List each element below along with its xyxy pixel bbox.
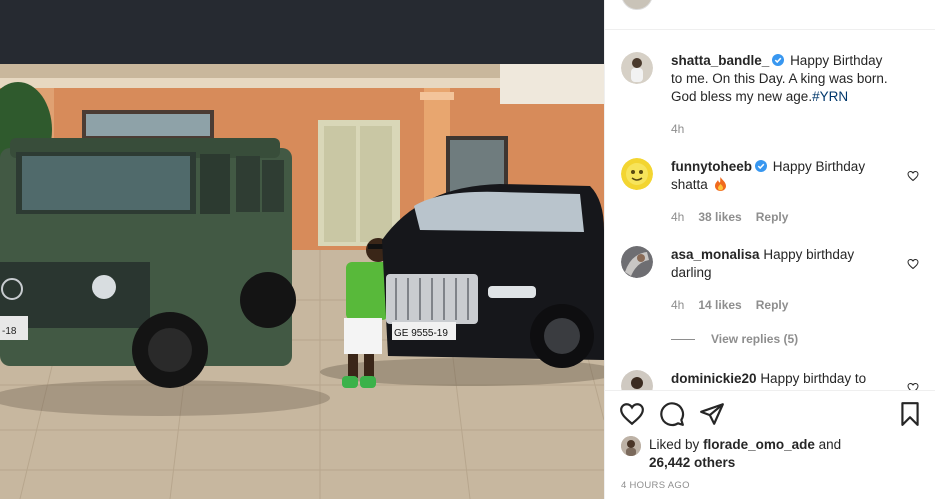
- verified-badge-icon: [772, 54, 785, 66]
- comment-likes[interactable]: 38 likes: [698, 210, 741, 224]
- comment-meta: 4h 38 likes Reply: [671, 210, 802, 224]
- likes-and: and: [818, 437, 842, 452]
- likes-prefix: Liked by: [649, 437, 700, 452]
- comment-item: funnytoheeb Happy Birthday shatta 4h 38 l…: [621, 158, 919, 228]
- caption-meta: 4h: [671, 122, 698, 136]
- caption-username[interactable]: shatta_bandle_: [671, 53, 769, 68]
- comment-likes[interactable]: 14 likes: [698, 298, 741, 312]
- liker-avatar[interactable]: [621, 436, 641, 456]
- post-side-panel: shatta_bandle_ Happy Birthday to me. On …: [604, 0, 935, 499]
- comment-text-block: funnytoheeb Happy Birthday shatta: [671, 158, 891, 194]
- caption-time[interactable]: 4h: [671, 122, 684, 136]
- comments-list[interactable]: shatta_bandle_ Happy Birthday to me. On …: [605, 30, 935, 390]
- caption: shatta_bandle_ Happy Birthday to me. On …: [621, 52, 919, 142]
- liker-username[interactable]: florade_omo_ade: [703, 437, 815, 452]
- header-avatar[interactable]: [621, 0, 653, 10]
- plate-left: -18: [2, 326, 17, 337]
- comment-text: Happy birthday to: [760, 371, 867, 386]
- comment-username[interactable]: funnytoheeb: [671, 159, 752, 174]
- comment-item: asa_monalisa Happy birthday darling 4h 14…: [621, 246, 919, 366]
- post-timestamp[interactable]: 4 HOURS AGO: [621, 480, 690, 491]
- actions-divider: [605, 390, 935, 391]
- post-photo-illustration: -18 GE 9555-19: [0, 0, 604, 499]
- comment-like-heart-icon[interactable]: [907, 170, 919, 182]
- post-photo[interactable]: -18 GE 9555-19: [0, 0, 604, 499]
- comment-time[interactable]: 4h: [671, 298, 684, 312]
- comment-avatar[interactable]: [621, 246, 653, 278]
- caption-hashtag[interactable]: #YRN: [812, 89, 848, 104]
- likes-others-link[interactable]: 26,442 others: [649, 455, 735, 470]
- comment-like-heart-icon[interactable]: [907, 382, 919, 390]
- comment-avatar[interactable]: [621, 158, 653, 190]
- comment-username[interactable]: asa_monalisa: [671, 247, 760, 262]
- comment-username[interactable]: dominickie20: [671, 371, 757, 386]
- comment-time[interactable]: 4h: [671, 210, 684, 224]
- comment-item: dominickie20 Happy birthday to: [621, 370, 919, 390]
- comment-avatar[interactable]: [621, 370, 653, 390]
- comment-meta: 4h 14 likes Reply: [671, 298, 802, 312]
- fire-emoji-icon: [714, 177, 726, 191]
- caption-text-block: shatta_bandle_ Happy Birthday to me. On …: [671, 52, 891, 106]
- likes-text: Liked by florade_omo_ade and 26,442 othe…: [649, 436, 909, 472]
- comment-text-block: asa_monalisa Happy birthday darling: [671, 246, 891, 282]
- post-action-bar: [619, 401, 923, 429]
- bookmark-icon[interactable]: [897, 401, 923, 427]
- comment-reply-button[interactable]: Reply: [756, 298, 789, 312]
- plate-right: GE 9555-19: [394, 328, 448, 339]
- share-icon[interactable]: [699, 401, 725, 427]
- verified-badge-icon: [755, 160, 767, 172]
- comment-reply-button[interactable]: Reply: [756, 210, 789, 224]
- view-replies-button[interactable]: View replies (5): [671, 332, 798, 346]
- caption-avatar[interactable]: [621, 52, 653, 84]
- comment-like-heart-icon[interactable]: [907, 258, 919, 270]
- comment-text-block: dominickie20 Happy birthday to: [671, 370, 891, 388]
- instagram-post-view: -18 GE 9555-19 shatta_bandle_ Happy Birt…: [0, 0, 935, 499]
- comment-icon[interactable]: [659, 401, 685, 427]
- heart-icon[interactable]: [619, 401, 645, 427]
